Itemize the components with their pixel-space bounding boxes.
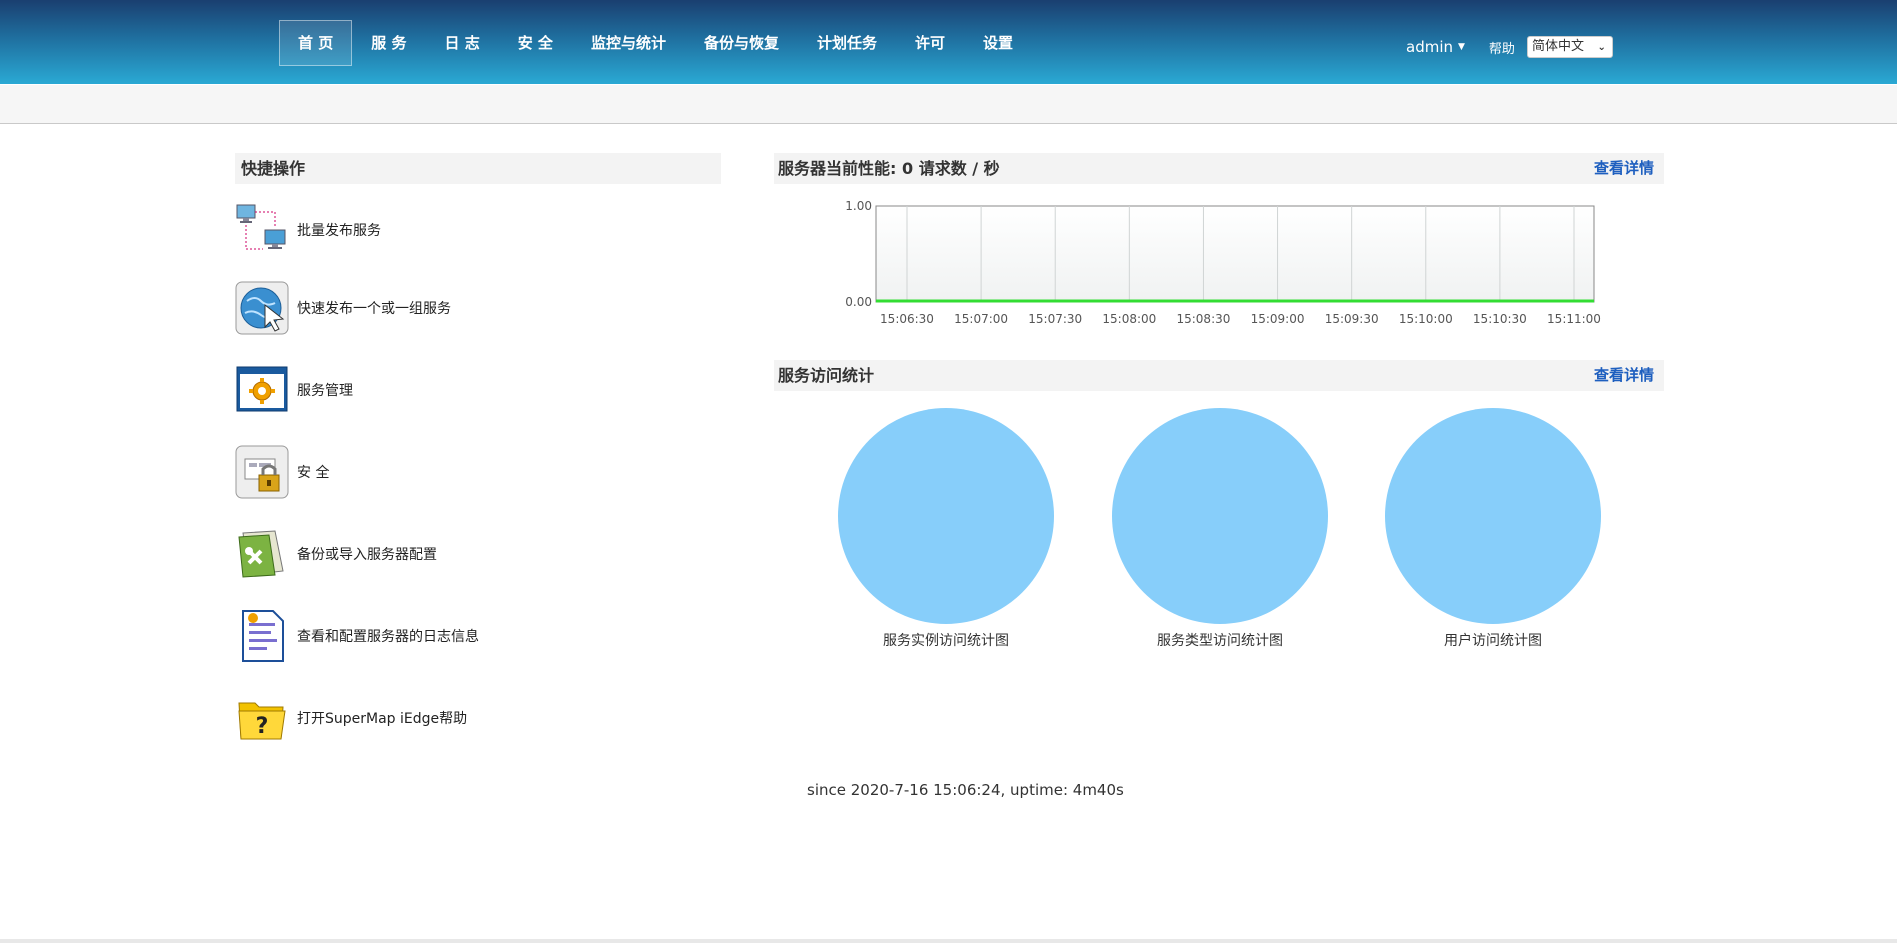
quick-item-security[interactable]: 安 全 [235, 445, 329, 499]
quick-item-service-manage[interactable]: 服务管理 [235, 363, 353, 417]
performance-chart: 1.00 0.00 15:06:30 15:07:00 15:07:30 15:08:0… [845, 199, 1601, 326]
user-menu[interactable]: admin ▼ [1406, 38, 1465, 56]
security-lock-icon [235, 445, 289, 499]
quick-item-batch-publish[interactable]: 批量发布服务 [235, 203, 381, 257]
x-tick-label: 15:10:30 [1473, 312, 1527, 326]
language-select[interactable]: 简体中文 ⌄ [1526, 36, 1613, 58]
x-tick-label: 15:06:30 [880, 312, 934, 326]
quick-item-label: 打开SuperMap iEdge帮助 [297, 711, 468, 727]
quick-item-label: 安 全 [297, 465, 330, 481]
pie-label: 服务类型访问统计图 [1157, 633, 1283, 649]
performance-detail-link[interactable]: 查看详情 [1594, 153, 1654, 184]
quick-item-help[interactable]: ? 打开SuperMap iEdge帮助 [235, 691, 467, 745]
uptime-footer: since 2020-7-16 15:06:24, uptime: 4m40s [807, 781, 1124, 799]
batch-publish-icon [235, 203, 289, 257]
log-icon [235, 609, 289, 663]
quick-item-label: 查看和配置服务器的日志信息 [297, 629, 479, 645]
nav-services[interactable]: 服 务 [352, 20, 425, 66]
pie-chart[interactable] [1385, 408, 1601, 624]
main-nav: 首 页 服 务 日 志 安 全 监控与统计 备份与恢复 计划任务 许可 设置 [279, 20, 1032, 66]
y-tick-label: 1.00 [845, 199, 872, 213]
quick-item-backup[interactable]: 备份或导入服务器配置 [235, 527, 437, 581]
pie-user: 用户访问统计图 [1385, 408, 1601, 650]
svg-text:?: ? [256, 714, 269, 739]
nav-home[interactable]: 首 页 [279, 20, 353, 66]
x-tick-label: 15:07:00 [954, 312, 1008, 326]
quick-publish-icon [235, 281, 289, 335]
x-tick-label: 15:09:30 [1325, 312, 1379, 326]
quick-item-label: 备份或导入服务器配置 [297, 547, 437, 563]
x-tick-label: 15:08:30 [1176, 312, 1230, 326]
service-manage-icon [235, 363, 289, 417]
pie-label: 服务实例访问统计图 [883, 633, 1009, 649]
pie-chart[interactable] [838, 408, 1054, 624]
top-right-controls: admin ▼ 帮助 简体中文 ⌄ [1406, 36, 1613, 58]
chevron-down-icon: ⌄ [1597, 42, 1606, 53]
quick-item-label: 快速发布一个或一组服务 [297, 301, 451, 317]
nav-monitoring[interactable]: 监控与统计 [572, 20, 685, 66]
performance-value: 0 请求数 / 秒 [901, 159, 1000, 178]
nav-scheduled-tasks[interactable]: 计划任务 [798, 20, 896, 66]
x-tick-label: 15:09:00 [1251, 312, 1305, 326]
x-tick-label: 15:07:30 [1028, 312, 1082, 326]
stats-header: 服务访问统计 查看详情 [774, 360, 1664, 391]
help-link[interactable]: 帮助 [1489, 38, 1515, 57]
help-folder-icon: ? [235, 691, 289, 745]
pie-service-instance: 服务实例访问统计图 [838, 408, 1054, 650]
nav-security[interactable]: 安 全 [499, 20, 572, 66]
top-navigation-bar: 首 页 服 务 日 志 安 全 监控与统计 备份与恢复 计划任务 许可 设置 a… [0, 0, 1897, 84]
nav-license[interactable]: 许可 [896, 20, 964, 66]
language-value: 简体中文 [1531, 39, 1584, 54]
backup-icon [235, 527, 289, 581]
caret-down-icon: ▼ [1458, 42, 1465, 52]
plot-area [875, 205, 1595, 303]
stats-title: 服务访问统计 [778, 366, 875, 385]
x-tick-label: 15:10:00 [1399, 312, 1453, 326]
quick-item-logs[interactable]: 查看和配置服务器的日志信息 [235, 609, 479, 663]
performance-title: 服务器当前性能: 0 请求数 / 秒 [778, 153, 1000, 184]
y-tick-label: 0.00 [845, 295, 872, 309]
nav-logs[interactable]: 日 志 [425, 20, 498, 66]
x-tick-label: 15:11:00 [1547, 312, 1601, 326]
quick-item-quick-publish[interactable]: 快速发布一个或一组服务 [235, 281, 451, 335]
pie-service-type: 服务类型访问统计图 [1112, 408, 1328, 650]
quick-actions-panel: 快捷操作 [235, 153, 721, 184]
user-name: admin [1406, 38, 1453, 56]
sub-toolbar [0, 85, 1897, 124]
performance-header: 服务器当前性能: 0 请求数 / 秒 查看详情 [774, 153, 1664, 184]
quick-actions-title: 快捷操作 [235, 153, 721, 184]
stats-detail-link[interactable]: 查看详情 [1594, 360, 1654, 391]
performance-label: 服务器当前性能: [778, 159, 902, 178]
pie-label: 用户访问统计图 [1444, 633, 1542, 649]
pie-chart[interactable] [1112, 408, 1328, 624]
x-tick-label: 15:08:00 [1102, 312, 1156, 326]
nav-backup[interactable]: 备份与恢复 [685, 20, 798, 66]
bottom-divider [0, 939, 1897, 943]
quick-item-label: 批量发布服务 [297, 223, 381, 239]
nav-settings[interactable]: 设置 [964, 20, 1032, 66]
quick-item-label: 服务管理 [297, 383, 353, 399]
